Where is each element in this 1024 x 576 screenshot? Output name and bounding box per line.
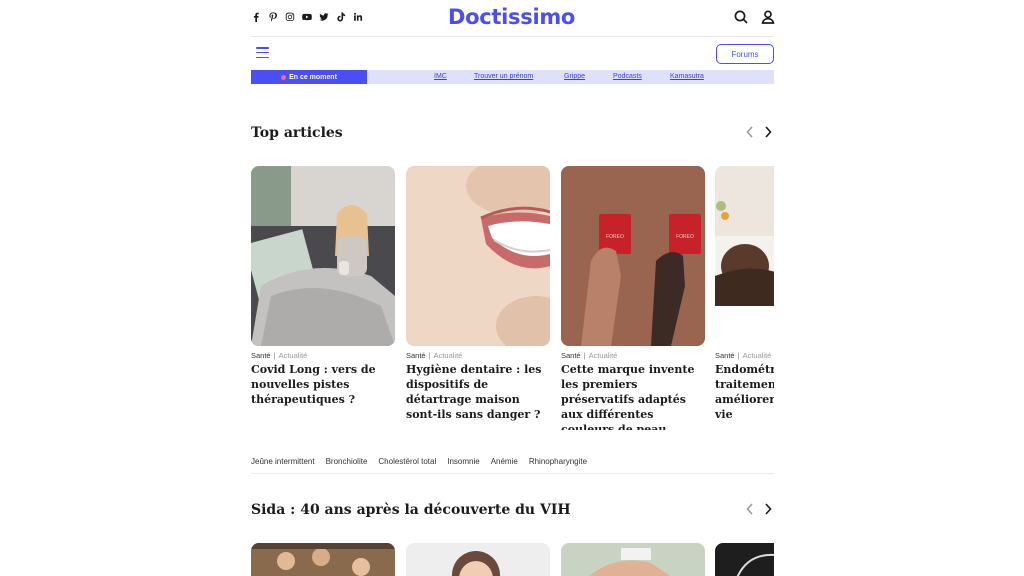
article-card[interactable]: Santé | Actualité Hygiène dentaire : les d…	[406, 166, 550, 422]
article-image-portrait[interactable]	[406, 543, 550, 576]
article-meta: Santé | Actualité	[715, 351, 772, 360]
article-meta: Santé | Actualité	[251, 351, 308, 360]
section-title-top-articles: Top articles	[251, 125, 343, 141]
article-card[interactable]: FOREO FOREO Santé | Actualité Cette marque…	[561, 166, 705, 430]
youtube-icon[interactable]	[302, 11, 312, 23]
article-image-condoms[interactable]: FOREO FOREO	[561, 166, 705, 346]
trend-link-kamasutra[interactable]: Kamasutra	[670, 73, 704, 80]
tag-jeune-intermittent[interactable]: Jeûne intermittent	[251, 457, 315, 473]
article-image-smile[interactable]	[406, 166, 550, 346]
article-subcategory[interactable]: Actualité	[743, 351, 772, 360]
site-header: Doctissimo	[251, 0, 775, 37]
trend-link-podcasts[interactable]: Podcasts	[613, 73, 642, 80]
search-icon[interactable]	[734, 10, 748, 24]
user-icon[interactable]	[761, 10, 775, 24]
article-title[interactable]: Hygiène dentaire : les dispositifs de dé…	[406, 362, 550, 422]
tag-list: Jeûne intermittent Bronchiolite Cholesté…	[251, 457, 774, 474]
trend-link-prenom[interactable]: Trouver un prénom	[474, 73, 533, 80]
article-meta: Santé | Actualité	[561, 351, 618, 360]
trending-label-badge: En ce moment	[251, 70, 367, 84]
tag-bronchiolite[interactable]: Bronchiolite	[326, 457, 368, 473]
article-category[interactable]: Santé	[715, 351, 735, 360]
article-title[interactable]: Cette marque invente les premiers préser…	[561, 362, 705, 430]
article-title[interactable]: Endométriose : un traitement réussit à a…	[715, 362, 774, 422]
carousel-prev-icon[interactable]	[745, 125, 755, 139]
article-card[interactable]: Santé|Actualité Endométriose : un traite…	[715, 166, 774, 422]
forums-button[interactable]: Forums	[716, 44, 774, 64]
linkedin-icon[interactable]	[353, 11, 363, 23]
twitter-icon[interactable]	[319, 11, 329, 23]
top-articles-carousel: Santé | Actualité Covid Long : vers de nou…	[251, 160, 774, 430]
live-dot-icon	[281, 74, 287, 80]
svg-text:FOREO: FOREO	[606, 234, 624, 240]
article-subcategory[interactable]: Actualité	[279, 351, 308, 360]
social-links	[251, 11, 363, 23]
article-image-hands[interactable]	[561, 543, 705, 576]
article-category[interactable]: Santé	[251, 351, 271, 360]
article-image-group-photo[interactable]	[251, 543, 395, 576]
article-image-dark[interactable]	[715, 543, 774, 576]
trend-link-imc[interactable]: IMC	[434, 73, 447, 80]
facebook-icon[interactable]	[251, 11, 261, 23]
article-image-sick-woman[interactable]	[251, 166, 395, 346]
article-category[interactable]: Santé	[561, 351, 581, 360]
article-meta: Santé | Actualité	[406, 351, 463, 360]
instagram-icon[interactable]	[285, 11, 295, 23]
sida-carousel	[251, 543, 774, 576]
article-image-massage[interactable]	[715, 166, 774, 346]
carousel-prev-icon[interactable]	[745, 502, 755, 516]
tag-anemie[interactable]: Anémie	[491, 457, 518, 473]
article-subcategory[interactable]: Actualité	[434, 351, 463, 360]
carousel-next-icon[interactable]	[763, 125, 773, 139]
trending-bar: En ce moment IMC Trouver un prénom Gripp…	[251, 70, 774, 84]
tag-rhinopharyngite[interactable]: Rhinopharyngite	[529, 457, 587, 473]
section-title-sida: Sida : 40 ans après la découverte du VIH	[251, 502, 571, 518]
article-category[interactable]: Santé	[406, 351, 426, 360]
trending-label: En ce moment	[289, 73, 337, 81]
tiktok-icon[interactable]	[336, 11, 346, 23]
article-title[interactable]: Covid Long : vers de nouvelles pistes th…	[251, 362, 395, 407]
tag-cholesterol[interactable]: Cholestérol total	[378, 457, 436, 473]
pinterest-icon[interactable]	[268, 11, 278, 23]
article-subcategory[interactable]: Actualité	[589, 351, 618, 360]
svg-text:FOREO: FOREO	[676, 234, 694, 240]
carousel-next-icon[interactable]	[763, 502, 773, 516]
trend-link-grippe[interactable]: Grippe	[564, 73, 585, 80]
tag-insomnie[interactable]: Insomnie	[447, 457, 479, 473]
site-logo[interactable]: Doctissimo	[448, 5, 575, 29]
menu-icon[interactable]	[256, 47, 269, 59]
article-card[interactable]: Santé | Actualité Covid Long : vers de nou…	[251, 166, 395, 407]
